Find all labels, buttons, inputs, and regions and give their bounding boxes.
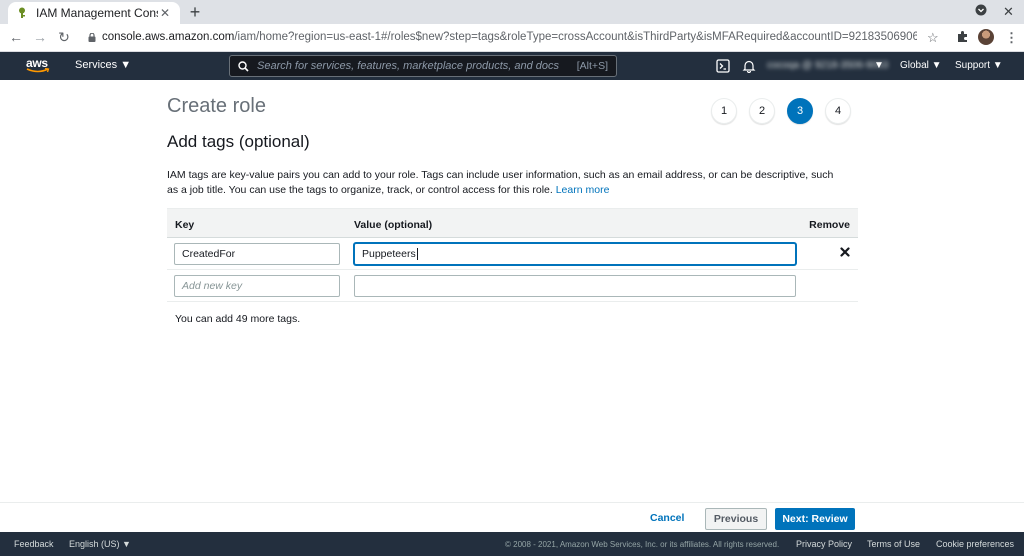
step-2[interactable]: 2 bbox=[749, 98, 775, 124]
menu-icon[interactable]: ⋮ bbox=[1005, 30, 1018, 46]
remove-x-icon[interactable] bbox=[840, 247, 850, 257]
forward-icon[interactable]: → bbox=[32, 29, 48, 45]
search-icon bbox=[238, 60, 249, 72]
header-value: Value (optional) bbox=[354, 219, 433, 231]
key-favicon-icon bbox=[16, 7, 28, 19]
reload-icon[interactable]: ↻ bbox=[56, 29, 72, 45]
description: IAM tags are key-value pairs you can add… bbox=[167, 169, 834, 196]
table-header: Key Value (optional) Remove bbox=[167, 208, 858, 238]
console-footer: Feedback English (US) ▼ © 2008 - 2021, A… bbox=[0, 532, 1024, 556]
profile-dropdown-icon[interactable] bbox=[975, 4, 987, 19]
star-icon[interactable]: ☆ bbox=[927, 30, 939, 46]
copyright-text: © 2008 - 2021, Amazon Web Services, Inc.… bbox=[505, 540, 780, 549]
account-dropdown-icon[interactable]: ▼ bbox=[874, 60, 884, 71]
avatar[interactable] bbox=[978, 29, 994, 45]
search-placeholder: Search for services, features, marketpla… bbox=[257, 60, 560, 72]
step-3[interactable]: 3 bbox=[787, 98, 813, 124]
remaining-tags-text: You can add 49 more tags. bbox=[175, 313, 301, 325]
language-select[interactable]: English (US) ▼ bbox=[69, 539, 131, 549]
table-row: CreatedFor Puppeteers bbox=[167, 238, 858, 270]
wizard-steps: 1 2 3 4 bbox=[711, 98, 851, 124]
wizard-actions: Cancel Previous Next: Review bbox=[0, 502, 1024, 532]
support-menu[interactable]: Support ▼ bbox=[955, 60, 1003, 71]
step-1[interactable]: 1 bbox=[711, 98, 737, 124]
search-shortcut: [Alt+S] bbox=[576, 60, 608, 72]
tag-key-input[interactable]: CreatedFor bbox=[174, 243, 340, 265]
next-review-button[interactable]: Next: Review bbox=[775, 508, 855, 530]
url-field[interactable]: console.aws.amazon.com/iam/home?region=u… bbox=[102, 31, 917, 43]
table-row-new: Add new key bbox=[167, 270, 858, 302]
region-menu[interactable]: Global ▼ bbox=[900, 60, 942, 71]
aws-logo[interactable]: aws bbox=[26, 56, 52, 76]
step-4[interactable]: 4 bbox=[825, 98, 851, 124]
lock-icon bbox=[88, 33, 96, 42]
header-key: Key bbox=[175, 219, 195, 231]
services-menu[interactable]: Services ▼ bbox=[75, 59, 131, 71]
new-key-input[interactable]: Add new key bbox=[174, 275, 340, 297]
window-close-icon[interactable]: ✕ bbox=[1003, 4, 1014, 20]
search-input[interactable]: Search for services, features, marketpla… bbox=[229, 55, 617, 77]
feedback-link[interactable]: Feedback bbox=[14, 539, 54, 549]
back-icon[interactable]: ← bbox=[8, 29, 24, 45]
cloudshell-icon[interactable] bbox=[716, 59, 730, 73]
aws-top-nav: aws Services ▼ Search for services, feat… bbox=[0, 52, 1024, 80]
cancel-button[interactable]: Cancel bbox=[650, 512, 684, 524]
browser-tab-strip: IAM Management Console ✕ + ✕ bbox=[0, 0, 1024, 24]
tab-close-icon[interactable]: ✕ bbox=[158, 6, 172, 20]
privacy-policy-link[interactable]: Privacy Policy bbox=[796, 539, 852, 549]
cookie-preferences-link[interactable]: Cookie preferences bbox=[936, 539, 1014, 549]
bell-icon[interactable] bbox=[742, 59, 756, 73]
terms-of-use-link[interactable]: Terms of Use bbox=[867, 539, 920, 549]
text-cursor bbox=[416, 248, 418, 260]
previous-button[interactable]: Previous bbox=[705, 508, 767, 530]
account-menu[interactable]: cocoqa @ 9218-3506-9063 bbox=[767, 60, 888, 71]
browser-tab[interactable]: IAM Management Console ✕ bbox=[8, 2, 180, 24]
tag-value-input[interactable]: Puppeteers bbox=[354, 243, 796, 265]
section-title: Add tags (optional) bbox=[167, 132, 310, 151]
extensions-icon[interactable] bbox=[956, 30, 969, 46]
address-bar-row: ← → ↻ console.aws.amazon.com/iam/home?re… bbox=[0, 24, 1024, 52]
header-remove: Remove bbox=[809, 219, 850, 231]
new-value-input[interactable] bbox=[354, 275, 796, 297]
tab-title: IAM Management Console bbox=[36, 6, 158, 20]
new-tab-icon[interactable]: + bbox=[186, 3, 204, 21]
tags-table: Key Value (optional) Remove CreatedFor P… bbox=[167, 208, 858, 302]
page-title: Create role bbox=[167, 95, 266, 117]
learn-more-link[interactable]: Learn more bbox=[556, 184, 610, 196]
